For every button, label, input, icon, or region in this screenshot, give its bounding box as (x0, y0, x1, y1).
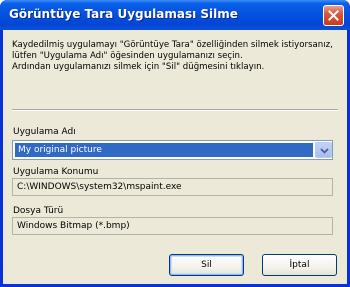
title-bar[interactable]: Görüntüye Tara Uygulaması Silme (0, 0, 350, 30)
app-location-label: Uygulama Konumu (13, 167, 99, 177)
chevron-down-icon (320, 148, 329, 154)
window-title: Görüntüye Tara Uygulaması Silme (9, 7, 238, 21)
close-button[interactable] (323, 5, 344, 26)
file-type-field: Windows Bitmap (*.bmp) (12, 217, 333, 235)
dialog-client-area: Kaydedilmiş uygulamayı "Görüntüye Tara" … (3, 30, 347, 284)
dialog-window: Görüntüye Tara Uygulaması Silme Kaydedil… (0, 0, 350, 287)
separator (12, 109, 338, 111)
app-location-field: C:\WINDOWS\system32\mspaint.exe (12, 178, 333, 196)
description-line-1: Kaydedilmiş uygulamayı "Görüntüye Tara" … (12, 40, 333, 50)
description-line-3: Ardından uygulamanızı silmek için "Sil" … (12, 62, 265, 72)
description-line-2: lütfen "Uygulama Adı" öğesinden uygulama… (12, 51, 243, 61)
file-type-label: Dosya Türü (13, 206, 64, 216)
cancel-button[interactable]: İptal (262, 254, 337, 276)
close-icon (328, 10, 339, 21)
app-name-selected-value: My original picture (15, 143, 313, 157)
delete-button[interactable]: Sil (169, 254, 244, 276)
description-text: Kaydedilmiş uygulamayı "Görüntüye Tara" … (12, 40, 342, 73)
app-name-dropdown[interactable]: My original picture (12, 140, 333, 160)
dropdown-arrow-button[interactable] (315, 142, 332, 158)
app-name-label: Uygulama Adı (13, 127, 76, 137)
